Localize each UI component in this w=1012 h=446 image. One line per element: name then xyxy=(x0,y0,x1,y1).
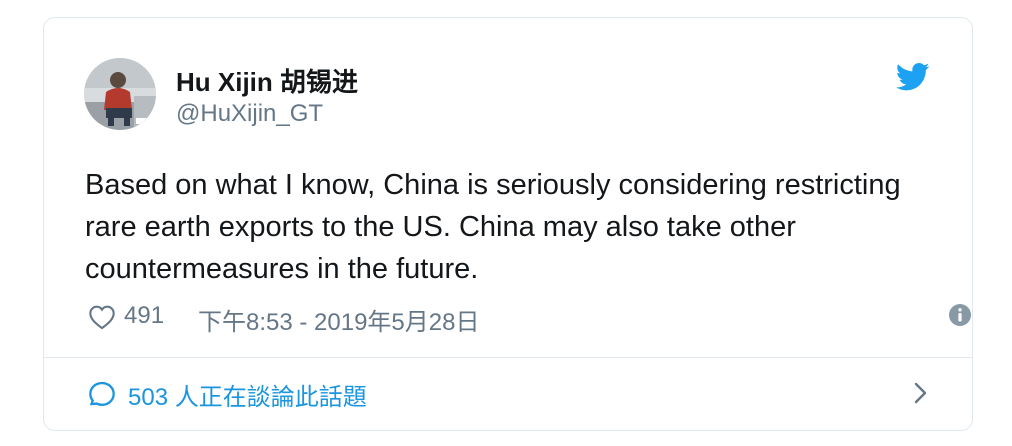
tweet-timestamp[interactable]: 下午8:53 - 2019年5月28日 xyxy=(198,302,479,337)
avatar-photo xyxy=(84,58,156,130)
info-icon[interactable] xyxy=(948,303,972,327)
tweet-meta: 491 下午8:53 - 2019年5月28日 xyxy=(88,302,971,336)
author-handle[interactable]: @HuXijin_GT xyxy=(176,100,323,128)
avatar[interactable] xyxy=(84,58,156,130)
tweet-text: Based on what I know, China is seriously… xyxy=(85,169,901,285)
tweet-card[interactable]: Hu Xijin 胡锡进 @HuXijin_GT Based on what I… xyxy=(43,17,973,431)
divider xyxy=(44,357,972,358)
heart-icon[interactable] xyxy=(88,304,116,330)
chevron-right-icon[interactable] xyxy=(910,380,930,406)
speech-bubble-icon xyxy=(89,381,115,406)
conversation-link[interactable]: 503 人正在談論此話題 xyxy=(88,376,930,412)
conversation-label[interactable]: 503 人正在談論此話題 xyxy=(128,377,367,412)
author-name[interactable]: Hu Xijin 胡锡进 xyxy=(176,62,358,99)
like-count[interactable]: 491 xyxy=(124,302,164,330)
twitter-bird-icon[interactable] xyxy=(896,62,930,92)
